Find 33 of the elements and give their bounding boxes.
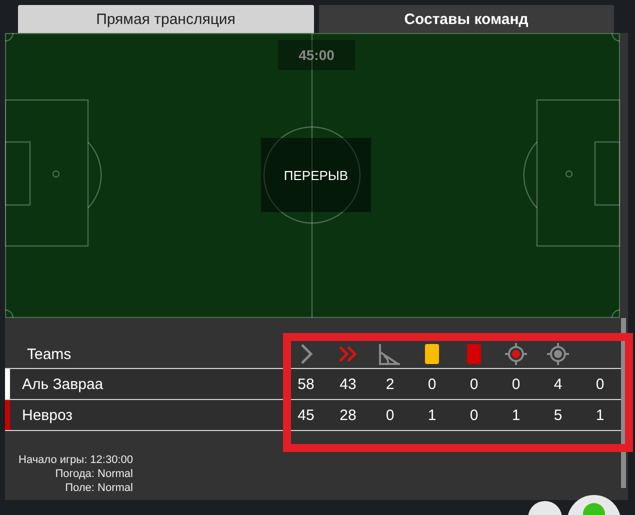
card-icon bbox=[425, 344, 439, 364]
tab[interactable]: Прямая трансляция bbox=[18, 5, 314, 33]
stat-value: 2 bbox=[386, 376, 394, 392]
stat-value: 0 bbox=[428, 376, 436, 392]
stat-value: 0 bbox=[386, 406, 394, 424]
stat-value: 28 bbox=[340, 406, 356, 424]
target-icon bbox=[505, 343, 527, 365]
team-name: Аль Завраа bbox=[22, 376, 104, 392]
corner-icon bbox=[378, 343, 402, 365]
card-icon bbox=[467, 344, 481, 364]
stat-value: 43 bbox=[340, 376, 356, 392]
stat-value: 0 bbox=[512, 376, 520, 392]
match-info-text: Начало игры: 12:30:00 bbox=[18, 453, 133, 467]
target-icon bbox=[547, 343, 569, 365]
stat-value: 1 bbox=[596, 406, 604, 424]
match-clock: 45:00 bbox=[278, 40, 355, 70]
stat-value: 0 bbox=[470, 406, 478, 424]
match-info-text: Погода: Normal bbox=[55, 467, 133, 481]
stat-value: 0 bbox=[470, 376, 478, 392]
stat-value: 45 bbox=[298, 406, 314, 424]
team-name: Невроз bbox=[22, 406, 73, 424]
stat-value: 4 bbox=[554, 376, 562, 392]
stat-value: 1 bbox=[512, 406, 520, 424]
match-status: ПЕРЕРЫВ bbox=[261, 138, 371, 212]
stat-value: 58 bbox=[298, 376, 314, 392]
double-chevron-icon bbox=[338, 344, 358, 364]
stat-value: 5 bbox=[554, 406, 562, 424]
tab[interactable]: Составы команд bbox=[318, 5, 614, 33]
scrollbar-thumb[interactable] bbox=[621, 318, 626, 488]
column-header: Teams bbox=[26, 344, 72, 364]
stat-value: 0 bbox=[596, 376, 604, 392]
stat-value: 1 bbox=[428, 406, 436, 424]
match-info-text: Поле: Normal bbox=[65, 481, 133, 495]
